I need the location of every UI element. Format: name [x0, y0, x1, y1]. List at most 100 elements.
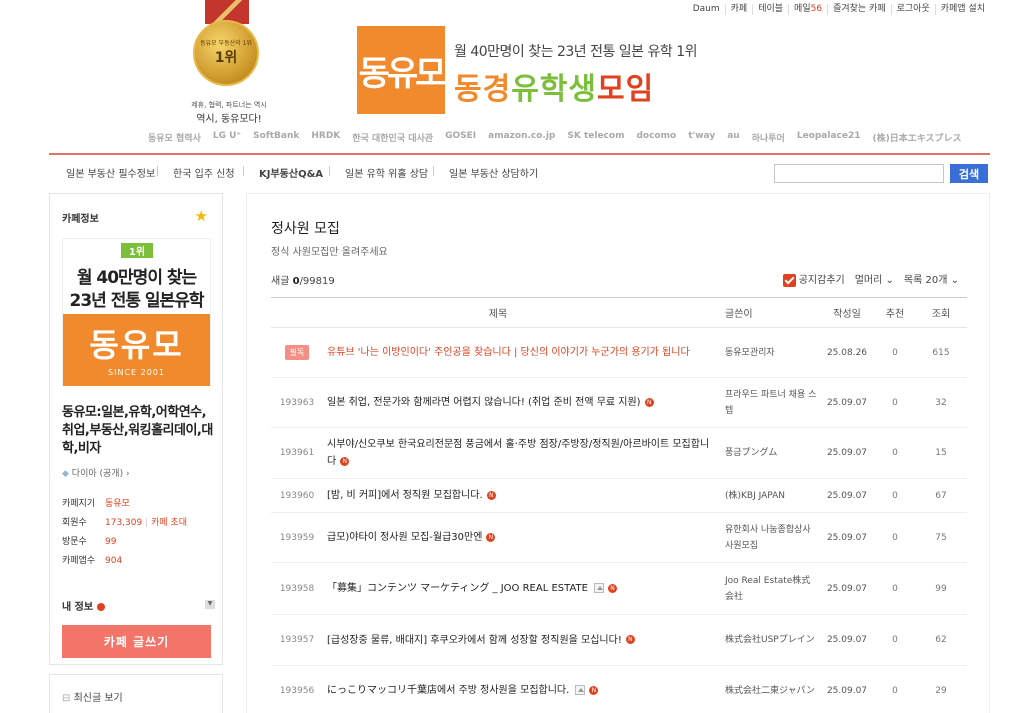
table-header: 제목 글쓴이 작성일 추천 조회 [271, 297, 967, 328]
medal-rank: 1위 [214, 49, 238, 66]
menu-item-study-consult[interactable]: 일본 유학 위홀 상담 [345, 165, 428, 180]
notice-row: 필독 유튜브 '나는 이방인이다' 주인공을 찾습니다 | 당신의 이야기가 누… [271, 327, 967, 378]
post-date: 25.09.07 [819, 377, 875, 428]
col-recommend: 추천 [885, 309, 905, 320]
post-author[interactable]: 풍금プングム [725, 427, 819, 479]
member-count-value[interactable]: 173,309 [105, 518, 142, 528]
post-subject-cell: 「募集」コンテンツ マーケティング _ JOO REAL ESTATE N [323, 562, 725, 615]
table-row: 193958 「募集」コンテンツ マーケティング _ JOO REAL ESTA… [271, 562, 967, 615]
medal-disc: 동유모 부동산의 1위 1위 [193, 20, 259, 86]
post-number: 193958 [271, 562, 323, 615]
my-info-label: 내 정보 [62, 602, 94, 613]
app-user-count: 904 [105, 556, 123, 566]
per-page-select[interactable]: 목록 20개 ⌄ [904, 271, 959, 286]
partner-logo: docomo [636, 131, 677, 141]
post-author[interactable]: 株式会社二東ジャパン [725, 665, 819, 713]
table-row: 193959 급모)야타이 정사원 모집-월급30만엔 N 유한회사 나눔종합상사… [271, 512, 967, 563]
post-date: 25.09.07 [819, 512, 875, 563]
post-author[interactable]: 유한회사 나눔종합상사 사원모집 [725, 512, 819, 563]
partner-logo: GOSEI [445, 131, 477, 141]
menu-item-kj-qa[interactable]: KJ부동산Q&A [259, 165, 323, 180]
col-views: 조회 [931, 309, 951, 320]
post-views: 75 [915, 512, 967, 563]
list-icon: ⊟ [62, 693, 71, 704]
member-count: 173,309 | 카페 초대 [105, 518, 187, 528]
post-table: 제목 글쓴이 작성일 추천 조회 필독 유튜브 '나는 이방인이다' 주인공을 … [271, 297, 967, 713]
cafe-menu-bar: 일본 부동산 필수정보 한국 입주 신청 KJ부동산Q&A 일본 유학 위홀 상… [49, 153, 990, 187]
cafe-banner: 1위 월 40만명이 찾는 23년 전통 일본유학 동유모 SINCE 2001 [62, 238, 211, 386]
cafe-search-input[interactable] [774, 164, 944, 183]
post-subject-link[interactable]: 「募集」コンテンツ マーケティング _ JOO REAL ESTATE [327, 583, 588, 594]
post-views: 99 [915, 562, 967, 615]
chevron-down-icon[interactable]: ▼ [205, 600, 215, 609]
menu-item-realestate-info[interactable]: 일본 부동산 필수정보 [66, 165, 155, 180]
post-subject-link[interactable]: [급성장중 물류, 배대지] 후쿠오카에서 함께 성장할 정직원을 모십니다! [327, 635, 622, 646]
table-row: 193963 일본 취업, 전문가와 함께라면 어렵지 않습니다! (취업 준비… [271, 377, 967, 428]
post-subject-link[interactable]: にっこりマッコリ千葉店에서 주방 정사원을 모집합니다. [327, 685, 569, 696]
new-post-count: 0 [292, 276, 300, 287]
new-icon: N [340, 456, 350, 466]
image-attachment-icon [593, 583, 604, 593]
post-number: 193963 [271, 377, 323, 428]
post-date: 25.09.07 [819, 478, 875, 513]
banner-since: SINCE 2001 [108, 368, 165, 377]
partner-logo: LG U⁺ [212, 131, 242, 141]
favorite-star-icon[interactable]: ★ [195, 207, 208, 225]
view-mode-select[interactable]: 멀머리 ⌄ [855, 271, 894, 286]
cafe-manager[interactable]: 동유모 [105, 495, 130, 514]
post-subject-link[interactable]: 일본 취업, 전문가와 함께라면 어렵지 않습니다! (취업 준비 전액 무료 … [327, 397, 641, 408]
partner-logo: au [727, 131, 740, 141]
hide-notice-toggle[interactable]: 공지감추기 [782, 271, 845, 287]
post-subject-link[interactable]: [밤, 비 커피]에서 정직원 모집합니다. [327, 490, 483, 501]
brand-part-3: 모임 [597, 72, 655, 107]
recent-posts-label: 최신글 보기 [73, 693, 123, 704]
banner-line-2: 23년 전통 일본유학 [69, 291, 205, 311]
banner-logo: 동유모 [89, 326, 184, 364]
stat-label-visits: 방문수 [62, 537, 87, 547]
post-author[interactable]: (株)KBJ JAPAN [725, 478, 819, 513]
post-recommend: 0 [875, 478, 915, 513]
menu-divider [329, 166, 330, 176]
cafe-logo[interactable]: 동유모 [357, 26, 446, 114]
post-date: 25.09.07 [819, 665, 875, 713]
menu-divider [433, 166, 434, 176]
image-attachment-icon [575, 685, 586, 695]
per-page-label: 목록 20개 [903, 275, 948, 287]
post-subject-cell: 급모)야타이 정사원 모집-월급30만엔 N [323, 512, 725, 563]
view-mode-label: 멀머리 [854, 275, 883, 287]
cafe-name: 동유모:일본,유학,어학연수,취업,부동산,워킹홀리데이,대학,비자 [62, 405, 213, 456]
post-views: 15 [915, 427, 967, 479]
search-button[interactable]: 검색 [950, 164, 988, 183]
post-author[interactable]: 株式会社USPプレイン [725, 614, 819, 666]
diamond-icon: ◆ [62, 469, 69, 479]
partner-logo: SoftBank [253, 131, 300, 141]
notice-badge: 필독 [284, 345, 310, 360]
cafe-info-heading: 카페정보 [62, 214, 99, 225]
post-number: 193956 [271, 665, 323, 713]
post-subject-link[interactable]: 시부야/신오쿠보 한국요리전문점 풍금에서 홀·주방 점장/주방장/정직원/아르… [327, 439, 709, 467]
menu-item-korea-move-in[interactable]: 한국 입주 신청 [173, 165, 235, 180]
recent-posts-box: ⊟ 최신글 보기 [49, 674, 223, 713]
post-author[interactable]: 동유모관리자 [725, 327, 819, 378]
partner-logo: 하나투어 [751, 134, 785, 144]
col-date: 작성일 [833, 309, 861, 320]
post-subject-link[interactable]: 급모)야타이 정사원 모집-월급30만엔 [327, 532, 482, 543]
checkbox-checked-icon[interactable] [782, 273, 796, 287]
write-post-button[interactable]: 카페 글쓰기 [62, 625, 211, 658]
cafe-grade[interactable]: ◆ 다이아 (공개) › [62, 466, 130, 479]
post-number: 193957 [271, 614, 323, 666]
cafe-invite-link[interactable]: 카페 초대 [151, 518, 187, 528]
medal-caption: 역시, 동유모다! [196, 114, 262, 125]
menu-item-realestate-consult[interactable]: 일본 부동산 상담하기 [449, 165, 538, 180]
medal-badge: 동유모 부동산의 1위 1위 제휴, 협력, 파트너는 역시 역시, 동유모다! [191, 0, 267, 125]
cafe-brand-title[interactable]: 동경유학생모임 [454, 64, 654, 108]
post-date: 25.09.07 [819, 614, 875, 666]
brand-part-2: 유학생 [511, 72, 598, 107]
post-author[interactable]: Joo Real Estate株式会社 [725, 562, 819, 615]
table-row: 193956 にっこりマッコリ千葉店에서 주방 정사원을 모집합니다. N 株式会… [271, 665, 967, 713]
post-author[interactable]: 프라우드 파트너 채용 스텝 [725, 377, 819, 428]
recent-posts-link[interactable]: ⊟ 최신글 보기 [62, 689, 123, 704]
new-icon: N [607, 583, 617, 593]
my-info-toggle[interactable]: 내 정보 [62, 598, 105, 613]
post-subject-link[interactable]: 유튜브 '나는 이방인이다' 주인공을 찾습니다 | 당신의 이야기가 누군가의… [323, 327, 725, 378]
